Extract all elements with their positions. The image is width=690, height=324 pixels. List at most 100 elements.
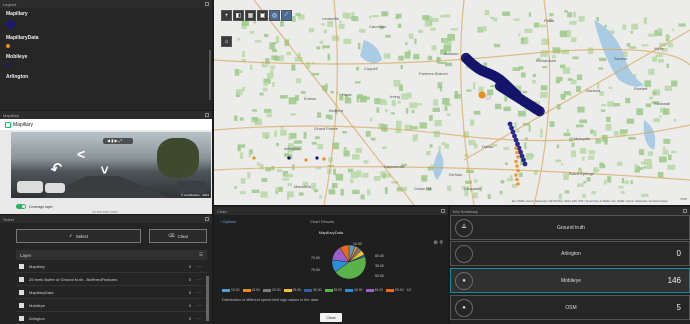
park-area <box>427 55 433 61</box>
mapillarydata-point[interactable] <box>514 159 518 164</box>
mapillarydata-point[interactable] <box>478 91 486 99</box>
layer-row[interactable]: 25 feets Buffer of Ground truth - Buffer… <box>16 273 207 286</box>
nav-turn-arrow-icon[interactable]: ↶ <box>48 159 65 179</box>
data-point[interactable] <box>315 156 319 160</box>
layer-row[interactable]: Arlington 0 ··· <box>16 312 207 324</box>
zoom-in-icon[interactable]: + <box>221 10 232 21</box>
filter-map-view-link[interactable]: FILTER MAP VIEW <box>92 210 118 214</box>
mapillarydata-point[interactable] <box>514 146 518 150</box>
legend-scrollbar[interactable] <box>209 50 211 100</box>
layer-menu-icon[interactable]: ··· <box>197 303 204 308</box>
basemap-icon[interactable]: ▦ <box>245 10 256 21</box>
park-area <box>371 15 379 18</box>
maximize-icon[interactable] <box>205 2 209 6</box>
info-row-value: 5 <box>676 303 681 312</box>
mapillarydata-point[interactable] <box>516 182 520 186</box>
options-link[interactable]: ‹ Options <box>220 219 310 224</box>
mapillarydata-point[interactable] <box>515 177 519 182</box>
clear-button[interactable]: ⌫ Clear <box>149 229 207 243</box>
info-row-arlington[interactable]: Arlington 0 <box>450 241 690 266</box>
mapillarydata-point[interactable] <box>515 150 519 155</box>
locate-icon[interactable]: ◎ <box>269 10 280 21</box>
mapillarydata-point[interactable] <box>516 155 520 159</box>
park-area <box>313 189 319 193</box>
layer-menu-icon[interactable]: ··· <box>197 290 204 295</box>
layer-menu-icon[interactable]: ··· <box>197 316 204 321</box>
layer-checkbox[interactable] <box>19 315 24 321</box>
layer-checkbox[interactable] <box>19 302 24 308</box>
park-area <box>648 68 655 75</box>
mapillarydata-point[interactable] <box>515 164 519 168</box>
data-point[interactable] <box>252 156 256 160</box>
layer-row[interactable]: Mobileye 0 ··· <box>16 299 207 312</box>
layer-row[interactable]: Mapillary 0 ··· <box>16 260 207 273</box>
maximize-icon[interactable] <box>205 113 209 117</box>
select-header: Select <box>0 215 212 223</box>
maximize-icon[interactable] <box>205 217 209 221</box>
park-area <box>607 101 614 107</box>
layers-icon[interactable]: ◧ <box>233 10 244 21</box>
maximize-icon[interactable] <box>441 209 445 213</box>
mapillarydata-point[interactable] <box>516 168 520 173</box>
layer-menu-icon[interactable]: ··· <box>197 277 204 282</box>
chart-legend-item[interactable]: 15.00 <box>242 288 260 292</box>
filter-list-icon[interactable]: ☰ <box>199 252 203 258</box>
layer-checkbox[interactable] <box>19 263 24 269</box>
data-point[interactable] <box>304 158 308 162</box>
mapillarydata-point[interactable] <box>485 94 491 100</box>
park-area <box>582 193 586 198</box>
bookmark-icon[interactable]: ▣ <box>257 10 268 21</box>
select-button[interactable]: ➶ Select <box>16 229 142 243</box>
layer-list-scrollbar[interactable] <box>206 276 209 321</box>
mobileye-point[interactable] <box>522 161 528 167</box>
park-area <box>540 50 548 57</box>
toggle-switch[interactable] <box>16 204 26 209</box>
layer-checkbox[interactable] <box>19 276 24 282</box>
home-icon[interactable]: ⌂ <box>221 36 232 47</box>
layer-checkbox[interactable] <box>19 289 24 295</box>
chart-legend-item[interactable]: 50.00 <box>386 288 404 292</box>
park-area <box>522 90 528 94</box>
chart-legend-item[interactable]: 10.00 <box>222 288 240 292</box>
chart-legend-item[interactable]: 25.00 <box>283 288 301 292</box>
park-area <box>631 23 639 30</box>
map-canvas[interactable]: Carrollton Plano Richardson Lewisville Garla… <box>214 0 690 205</box>
chart-clear-button[interactable]: Clear <box>320 313 342 322</box>
zoom-icon[interactable]: ⚲ <box>439 240 443 246</box>
coverage-toggle[interactable]: Coverage layer <box>16 204 53 209</box>
park-area <box>601 104 607 107</box>
legend-swatch <box>304 288 312 292</box>
map-view[interactable]: Carrollton Plano Richardson Lewisville Garla… <box>214 0 690 205</box>
park-area <box>473 110 481 115</box>
info-row-ground-truth[interactable]: ⟁ Ground truth <box>450 215 690 240</box>
layer-row[interactable]: MapillaryData 0 ··· <box>16 286 207 299</box>
mapillarydata-point[interactable] <box>514 173 518 177</box>
chart-legend-item[interactable]: 20.00 <box>263 288 281 292</box>
settings-gear-icon[interactable]: ⚙ <box>433 240 437 246</box>
chart-pager[interactable]: 1/2 <box>407 288 412 292</box>
mobileye-point[interactable] <box>534 106 545 117</box>
chart-legend-item[interactable]: 30.00 <box>304 288 322 292</box>
pie-chart[interactable]: 10.00 70.00 75.00 80.00 35.00 50.00 <box>309 240 389 284</box>
data-point[interactable] <box>287 156 291 160</box>
nav-forward-arrow-icon[interactable]: > <box>97 166 113 174</box>
measure-icon[interactable]: ⟋ <box>281 10 292 21</box>
info-row-mobileye[interactable]: ● Mobileye 146 <box>450 268 690 293</box>
image-attribution: © contributors · 2021 <box>180 193 209 197</box>
park-area <box>288 97 297 105</box>
layer-menu-icon[interactable]: ··· <box>197 264 204 269</box>
park-area <box>564 190 570 194</box>
street-view-image[interactable]: ◀ ▮ ▶ ⤢ < ↶ > © contributors · 2021 <box>11 132 211 198</box>
layer-count: 0 <box>188 315 191 321</box>
info-row-osm[interactable]: ● OSM 5 <box>450 295 690 320</box>
chart-legend-item[interactable]: 35.00 <box>324 288 342 292</box>
chart-legend-item[interactable]: 40.00 <box>345 288 363 292</box>
chart-legend-item[interactable]: 45.00 <box>365 288 383 292</box>
maximize-icon[interactable] <box>683 209 687 213</box>
map-place-label: Hurst <box>342 92 352 97</box>
data-point[interactable] <box>322 157 326 161</box>
park-area <box>376 107 380 113</box>
park-area <box>659 156 667 163</box>
nav-left-arrow-icon[interactable]: < <box>77 146 85 162</box>
viewer-controls[interactable]: ◀ ▮ ▶ ⤢ <box>103 138 133 144</box>
